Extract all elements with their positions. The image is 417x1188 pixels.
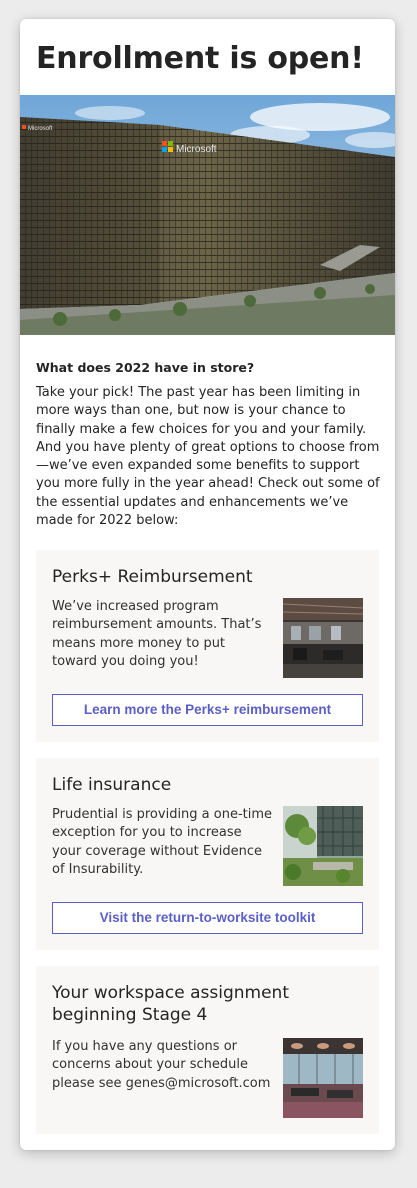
section-life-insurance: Life insurance Prudential is providing a… <box>36 758 379 950</box>
perks-learn-more-button[interactable]: Learn more the Perks+ reimbursement <box>52 694 363 726</box>
intro-body: Take your pick! The past year has been l… <box>36 385 380 529</box>
return-to-worksite-toolkit-button[interactable]: Visit the return-to-worksite toolkit <box>52 902 363 934</box>
section-title: Your workspace assignment beginning Stag… <box>52 983 289 1025</box>
garden-terrace-photo <box>283 806 363 886</box>
section-perks-reimbursement: Perks+ Reimbursement We’ve increased pro… <box>36 550 379 742</box>
hero-building-image: Microsoft Microsoft <box>20 95 395 335</box>
page-title: Enrollment is open! <box>36 41 364 76</box>
section-body: We’ve increased program reimbursement am… <box>52 599 262 669</box>
svg-text:Microsoft: Microsoft <box>28 126 53 132</box>
enrollment-card: Enrollment is open! Microsoft Microsoft … <box>20 19 395 1150</box>
section-workspace-assignment: Your workspace assignment beginning Stag… <box>36 966 379 1134</box>
office-workspace-photo <box>283 1038 363 1118</box>
intro-subheading: What does 2022 have in store? <box>36 360 255 375</box>
section-title: Perks+ Reimbursement <box>52 567 253 587</box>
section-title: Life insurance <box>52 775 172 795</box>
section-body: If you have any questions or concerns ab… <box>52 1039 271 1091</box>
hero-brand-text: Microsoft <box>176 144 217 155</box>
section-body: Prudential is providing a one-time excep… <box>52 807 273 877</box>
gym-photo <box>283 598 363 678</box>
